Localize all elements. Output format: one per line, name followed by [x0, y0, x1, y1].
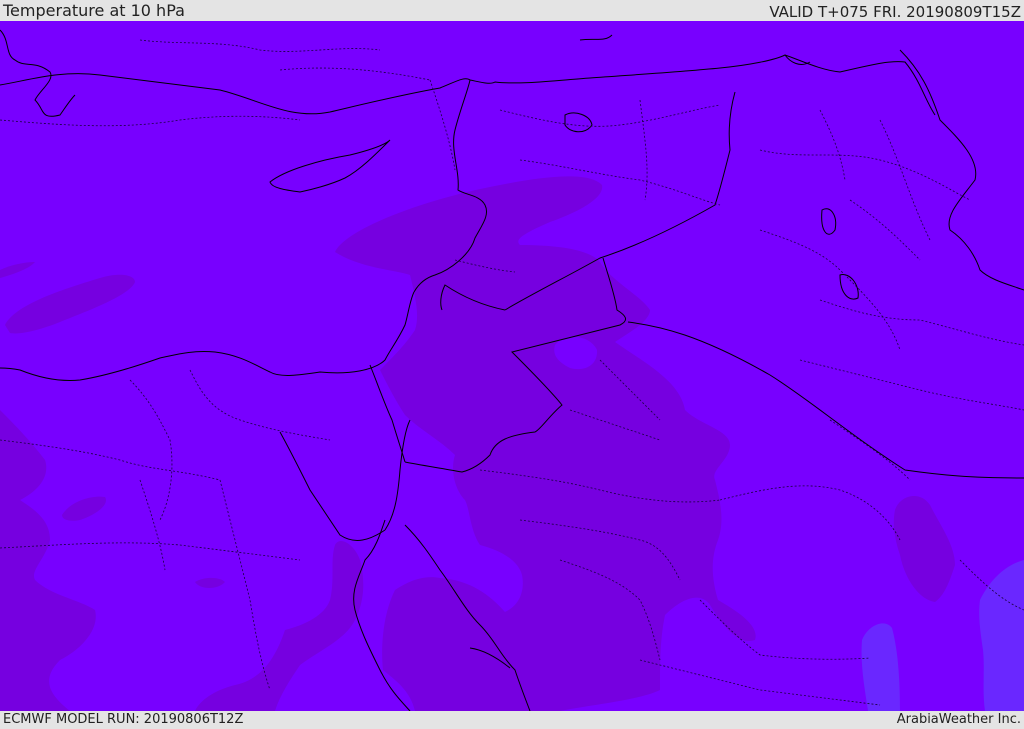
- credit-label: ArabiaWeather Inc.: [896, 712, 1021, 727]
- footer-bar: ECMWF MODEL RUN: 20190806T12Z ArabiaWeat…: [0, 711, 1024, 729]
- header-bar: Temperature at 10 hPa VALID T+075 FRI. 2…: [0, 0, 1024, 21]
- model-run-label: ECMWF MODEL RUN: 20190806T12Z: [3, 712, 244, 727]
- weather-map[interactable]: [0, 21, 1024, 711]
- map-title: Temperature at 10 hPa: [3, 1, 185, 20]
- valid-time-label: VALID T+075 FRI. 20190809T15Z: [769, 3, 1021, 21]
